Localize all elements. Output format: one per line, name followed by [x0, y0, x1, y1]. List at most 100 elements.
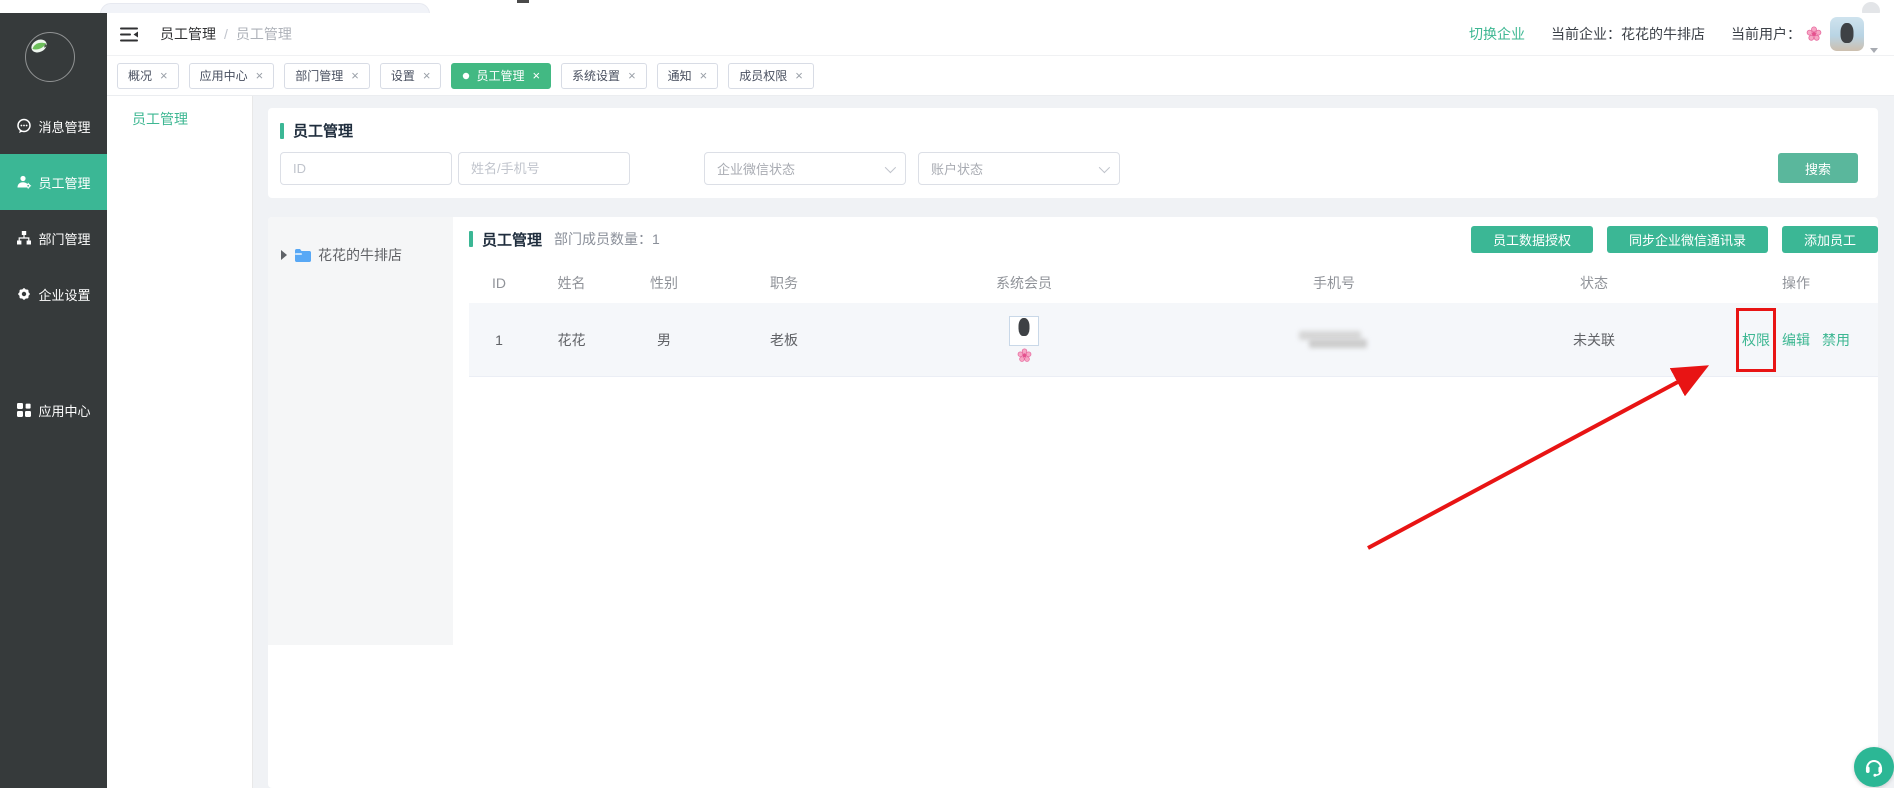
select-placeholder: 企业微信状态 [717, 159, 795, 178]
tab-label: 设置 [391, 67, 415, 84]
tab-label: 员工管理 [476, 67, 524, 84]
sidebar-nav: 消息管理 员工管理 部门管理 企业设置 [0, 98, 107, 438]
app-root: 消息管理 员工管理 部门管理 企业设置 [0, 0, 1894, 788]
tab-system-settings[interactable]: 系统设置 × [561, 63, 647, 89]
member-avatar[interactable] [1009, 316, 1039, 346]
search-button[interactable]: 搜索 [1778, 153, 1858, 183]
col-header-name: 姓名 [529, 273, 614, 293]
cell-status: 未关联 [1474, 330, 1714, 350]
phone-redacted-blur [1299, 330, 1369, 350]
folder-icon [294, 248, 311, 262]
user-dropdown-caret-icon[interactable] [1870, 48, 1878, 53]
left-submenu: 员工管理 [107, 96, 253, 788]
tab-label: 概况 [128, 67, 152, 84]
col-header-member: 系统会员 [854, 273, 1194, 293]
wechat-status-select[interactable]: 企业微信状态 [704, 152, 906, 185]
user-avatar[interactable] [1830, 17, 1864, 51]
member-count-label: 部门成员数量：1 [554, 229, 660, 249]
tab-bar: 概况 × 应用中心 × 部门管理 × 设置 × 员工管理 × 系统设置 × 通知 × 成员权限… [107, 56, 1894, 96]
submenu-item-employees[interactable]: 员工管理 [107, 96, 252, 142]
browser-tab-dash [517, 0, 529, 3]
tree-node-root[interactable]: 花花的牛排店 [268, 217, 453, 265]
browser-chrome-strip [0, 0, 1894, 13]
content-card: 花花的牛排店 员工管理 部门成员数量：1 员工数据授权 同步企业微信通讯录 添加… [268, 217, 1878, 788]
close-icon[interactable]: × [423, 69, 431, 82]
cell-gender: 男 [614, 330, 714, 350]
breadcrumb-separator: / [224, 26, 228, 42]
title-accent-bar [280, 123, 284, 139]
id-input[interactable] [280, 152, 452, 185]
close-icon[interactable]: × [351, 69, 359, 82]
tab-notifications[interactable]: 通知 × [657, 63, 719, 89]
col-header-actions: 操作 [1714, 273, 1878, 293]
close-icon[interactable]: × [628, 69, 636, 82]
cell-system-member [854, 316, 1194, 363]
tab-label: 通知 [668, 67, 692, 84]
gear-icon [16, 286, 32, 302]
title-accent-bar [469, 231, 473, 247]
sync-wechat-contacts-button[interactable]: 同步企业微信通讯录 [1607, 226, 1768, 253]
tab-label: 成员权限 [739, 67, 787, 84]
cell-actions: 权限 编辑 禁用 [1714, 330, 1878, 350]
disable-link[interactable]: 禁用 [1822, 330, 1850, 350]
select-placeholder: 账户状态 [931, 159, 983, 178]
col-header-phone: 手机号 [1194, 273, 1474, 293]
breadcrumb-level1[interactable]: 员工管理 [160, 24, 216, 44]
permission-link[interactable]: 权限 [1742, 332, 1770, 348]
employee-icon [16, 174, 32, 190]
tab-label: 应用中心 [200, 67, 248, 84]
tab-settings[interactable]: 设置 × [380, 63, 442, 89]
sidebar-item-label: 部门管理 [38, 229, 90, 248]
filter-card: 员工管理 企业微信状态 账户状态 搜索 [268, 108, 1878, 198]
sidebar-item-label: 员工管理 [38, 173, 90, 192]
close-icon[interactable]: × [256, 69, 264, 82]
sidebar-item-label: 消息管理 [38, 117, 90, 136]
col-header-id: ID [469, 275, 529, 291]
name-phone-input[interactable] [458, 152, 630, 185]
add-employee-button[interactable]: 添加员工 [1782, 226, 1878, 253]
main-content: 员工管理 企业微信状态 账户状态 搜索 花花的牛排店 [253, 96, 1894, 788]
browser-profile-circle [1862, 2, 1880, 13]
table-header-row: ID 姓名 性别 职务 系统会员 手机号 状态 操作 [469, 263, 1878, 303]
filter-card-title: 员工管理 [280, 120, 353, 141]
tab-departments[interactable]: 部门管理 × [284, 63, 370, 89]
tree-node-label[interactable]: 花花的牛排店 [318, 245, 402, 265]
tab-overview[interactable]: 概况 × [117, 63, 179, 89]
edit-link[interactable]: 编辑 [1782, 330, 1810, 350]
current-user-label: 当前用户： [1731, 24, 1822, 44]
current-company-label: 当前企业：花花的牛排店 [1551, 24, 1705, 44]
sidebar-item-messages[interactable]: 消息管理 [0, 98, 107, 154]
table-section-header: 员工管理 部门成员数量：1 员工数据授权 同步企业微信通讯录 添加员工 [469, 225, 1878, 253]
tab-label: 部门管理 [295, 67, 343, 84]
cell-id: 1 [469, 332, 529, 348]
sidebar-item-app-center[interactable]: 应用中心 [0, 382, 107, 438]
close-icon[interactable]: × [160, 69, 168, 82]
tab-employees-active[interactable]: 员工管理 × [451, 63, 551, 89]
account-status-select[interactable]: 账户状态 [918, 152, 1120, 185]
sidebar-item-employees[interactable]: 员工管理 [0, 154, 107, 210]
tree-expand-caret-icon[interactable] [281, 250, 287, 260]
sidebar-item-company-settings[interactable]: 企业设置 [0, 266, 107, 322]
cell-position: 老板 [714, 330, 854, 350]
switch-company-link[interactable]: 切换企业 [1469, 24, 1525, 44]
chevron-down-icon [885, 161, 896, 172]
tab-member-permissions[interactable]: 成员权限 × [728, 63, 814, 89]
sidebar-item-departments[interactable]: 部门管理 [0, 210, 107, 266]
data-authorize-button[interactable]: 员工数据授权 [1471, 226, 1593, 253]
close-icon[interactable]: × [532, 69, 540, 82]
chevron-down-icon [1099, 161, 1110, 172]
browser-address-pill [100, 3, 430, 13]
active-dot-icon [463, 72, 469, 78]
tab-label: 系统设置 [572, 67, 620, 84]
headset-icon [1863, 756, 1885, 778]
close-icon[interactable]: × [700, 69, 708, 82]
customer-service-button[interactable] [1854, 747, 1894, 787]
close-icon[interactable]: × [795, 69, 803, 82]
employee-table-region: 员工管理 部门成员数量：1 员工数据授权 同步企业微信通讯录 添加员工 ID 姓… [469, 217, 1878, 788]
member-count-value: 1 [652, 231, 660, 247]
chat-icon [16, 118, 32, 134]
tab-app-center[interactable]: 应用中心 × [189, 63, 275, 89]
collapse-menu-icon[interactable] [120, 27, 138, 42]
annotation-red-box: 权限 [1736, 330, 1776, 350]
page-title: 员工管理 [293, 120, 353, 141]
